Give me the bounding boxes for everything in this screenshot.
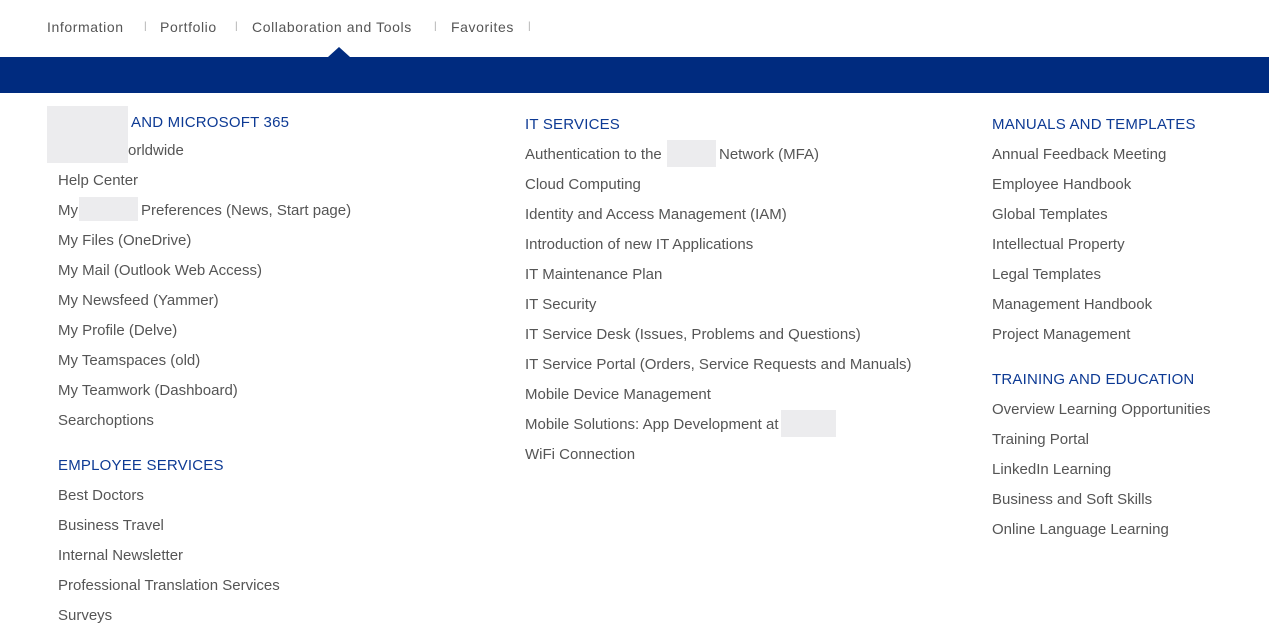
link-mobile-solutions[interactable]: Mobile Solutions: App Development at (525, 416, 778, 433)
section-heading-microsoft-365: AND MICROSOFT 365 (131, 114, 290, 131)
link-best-doctors[interactable]: Best Doctors (58, 487, 144, 504)
mega-menu-header-bar (0, 57, 1269, 93)
nav-information[interactable]: Information (47, 19, 124, 35)
link-my-newsfeed[interactable]: My Newsfeed (Yammer) (58, 292, 219, 309)
nav-favorites[interactable]: Favorites (451, 19, 514, 35)
link-my-teamspaces[interactable]: My Teamspaces (old) (58, 352, 200, 369)
redacted-logo-area (47, 106, 128, 163)
link-searchoptions[interactable]: Searchoptions (58, 412, 154, 429)
link-mobile-device-management[interactable]: Mobile Device Management (525, 386, 711, 403)
active-nav-caret-icon (328, 47, 350, 57)
link-business-travel[interactable]: Business Travel (58, 517, 164, 534)
link-linkedin-learning[interactable]: LinkedIn Learning (992, 461, 1111, 478)
link-overview-learning[interactable]: Overview Learning Opportunities (992, 401, 1210, 418)
link-translation-services[interactable]: Professional Translation Services (58, 577, 280, 594)
link-authentication-prefix[interactable]: Authentication to the (525, 146, 662, 163)
nav-separator: | (235, 21, 238, 32)
link-authentication-network-mfa[interactable]: Network (MFA) (719, 146, 819, 163)
link-cloud-computing[interactable]: Cloud Computing (525, 176, 641, 193)
link-internal-newsletter[interactable]: Internal Newsletter (58, 547, 183, 564)
link-it-service-portal[interactable]: IT Service Portal (Orders, Service Reque… (525, 356, 912, 373)
link-legal-templates[interactable]: Legal Templates (992, 266, 1101, 283)
link-iam[interactable]: Identity and Access Management (IAM) (525, 206, 787, 223)
nav-collaboration-and-tools[interactable]: Collaboration and Tools (252, 19, 412, 35)
link-online-language-learning[interactable]: Online Language Learning (992, 521, 1169, 538)
link-my-preferences[interactable]: Preferences (News, Start page) (141, 202, 351, 219)
link-project-management[interactable]: Project Management (992, 326, 1130, 343)
section-heading-employee-services: EMPLOYEE SERVICES (58, 457, 224, 474)
link-employee-handbook[interactable]: Employee Handbook (992, 176, 1131, 193)
link-my-teamwork[interactable]: My Teamwork (Dashboard) (58, 382, 238, 399)
link-wifi-connection[interactable]: WiFi Connection (525, 446, 635, 463)
link-annual-feedback-meeting[interactable]: Annual Feedback Meeting (992, 146, 1166, 163)
section-heading-manuals-templates: MANUALS AND TEMPLATES (992, 116, 1196, 133)
link-it-security[interactable]: IT Security (525, 296, 596, 313)
link-business-soft-skills[interactable]: Business and Soft Skills (992, 491, 1152, 508)
nav-separator: | (528, 21, 531, 32)
redacted-text (667, 140, 716, 167)
top-navigation: Information | Portfolio | Collaboration … (0, 0, 1269, 57)
link-worldwide[interactable]: orldwide (128, 142, 184, 159)
link-surveys[interactable]: Surveys (58, 607, 112, 624)
link-training-portal[interactable]: Training Portal (992, 431, 1089, 448)
redacted-text (79, 197, 138, 221)
link-my-profile[interactable]: My Profile (Delve) (58, 322, 177, 339)
link-it-maintenance-plan[interactable]: IT Maintenance Plan (525, 266, 662, 283)
redacted-text (781, 410, 836, 437)
nav-portfolio[interactable]: Portfolio (160, 19, 217, 35)
link-my-mail[interactable]: My Mail (Outlook Web Access) (58, 262, 262, 279)
nav-separator: | (434, 21, 437, 32)
section-heading-it-services: IT SERVICES (525, 116, 621, 133)
link-intellectual-property[interactable]: Intellectual Property (992, 236, 1125, 253)
link-my-preferences-prefix[interactable]: My (58, 202, 78, 219)
link-global-templates[interactable]: Global Templates (992, 206, 1108, 223)
link-it-service-desk[interactable]: IT Service Desk (Issues, Problems and Qu… (525, 326, 861, 343)
nav-separator: | (144, 21, 147, 32)
section-heading-training-education: TRAINING AND EDUCATION (992, 371, 1195, 388)
link-new-it-applications[interactable]: Introduction of new IT Applications (525, 236, 753, 253)
link-my-files[interactable]: My Files (OneDrive) (58, 232, 191, 249)
link-management-handbook[interactable]: Management Handbook (992, 296, 1152, 313)
link-help-center[interactable]: Help Center (58, 172, 138, 189)
